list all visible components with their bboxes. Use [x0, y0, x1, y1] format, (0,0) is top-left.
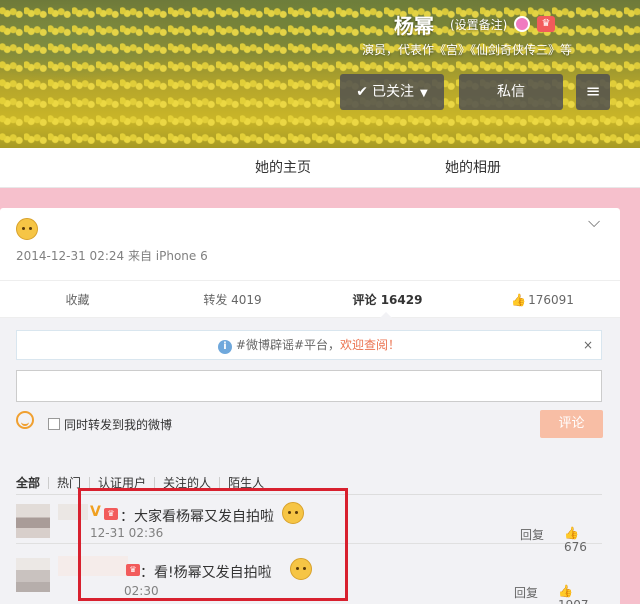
rumor-notice: i #微博辟谣#平台，欢迎查阅！ × — [16, 330, 602, 360]
menu-icon[interactable]: ≡ — [576, 74, 610, 110]
avatar[interactable] — [16, 504, 50, 538]
follow-button[interactable]: ✔ 已关注 ▼ — [340, 74, 444, 110]
set-remark-link[interactable]: (设置备注) — [450, 16, 507, 33]
reply-button[interactable]: 回复 — [514, 584, 538, 601]
notice-text: #微博辟谣#平台， — [235, 338, 341, 352]
post-meta: 2014-12-31 02:24 来自 iPhone 6 — [16, 249, 208, 263]
profile-name: 杨幂 — [394, 14, 434, 38]
tab-album[interactable]: 她的相册 — [445, 148, 501, 188]
comment-input[interactable] — [16, 370, 602, 402]
repost-checkbox[interactable] — [48, 418, 60, 430]
comment-like-button[interactable]: 👍1907 — [558, 584, 602, 604]
avatar[interactable] — [16, 558, 50, 592]
thumbs-up-icon: 👍 — [511, 293, 527, 307]
emoji-picker-icon[interactable] — [16, 411, 34, 429]
caret-down-icon: ▼ — [420, 88, 428, 99]
check-icon: ✔ — [356, 84, 369, 100]
submit-comment-button[interactable]: 评论 — [540, 410, 603, 438]
post-action-bar: 收藏 转发 4019 评论 16429 👍 176091 — [0, 280, 620, 318]
female-icon — [514, 16, 530, 32]
red-highlight-box — [78, 488, 348, 601]
favorite-button[interactable]: 收藏 — [0, 281, 155, 319]
comment-like-count: 1907 — [558, 598, 589, 604]
filter-all[interactable]: 全部 — [16, 477, 50, 489]
thumbs-up-icon: 👍 — [558, 584, 573, 598]
follow-label: 已关注 — [372, 84, 415, 100]
info-icon: i — [217, 340, 232, 354]
chevron-down-icon[interactable]: ⌵ — [588, 212, 600, 232]
like-button[interactable]: 👍 176091 — [465, 281, 620, 319]
reply-button[interactable]: 回复 — [520, 526, 544, 543]
profile-nav: 她的主页 她的相册 — [0, 148, 640, 188]
forward-button[interactable]: 转发 4019 — [155, 281, 310, 319]
message-button[interactable]: 私信 — [459, 74, 563, 110]
tab-home[interactable]: 她的主页 — [255, 148, 311, 188]
profile-description: 演员，代表作《宫》《仙剑奇侠传三》等 — [362, 43, 573, 57]
vip-crown-icon: ♛ — [537, 16, 555, 32]
thumbs-up-icon: 👍 — [564, 526, 579, 540]
repost-label: 同时转发到我的微博 — [64, 418, 173, 432]
notice-link[interactable]: 欢迎查阅！ — [340, 338, 400, 352]
like-count: 176091 — [528, 293, 574, 307]
close-icon[interactable]: × — [583, 331, 593, 359]
doge-emoji-icon — [16, 218, 38, 240]
